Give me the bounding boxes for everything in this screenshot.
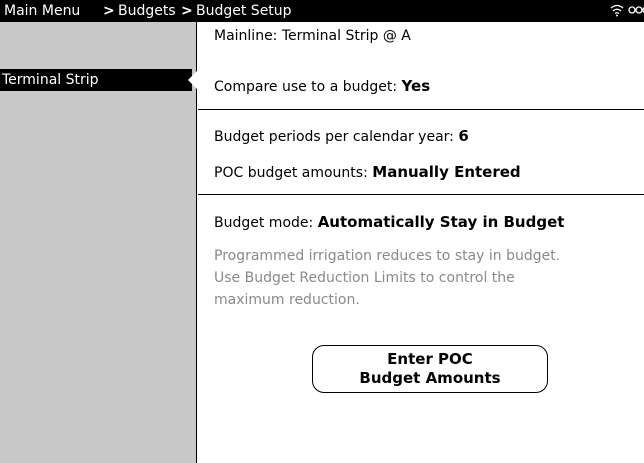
main-panel: Mainline: Terminal Strip @ A Compare use… bbox=[198, 22, 644, 463]
compare-budget-label: Compare use to a budget: bbox=[214, 79, 398, 95]
compare-budget-row[interactable]: Compare use to a budget: Yes bbox=[214, 76, 430, 97]
budget-periods-row[interactable]: Budget periods per calendar year: 6 bbox=[214, 126, 469, 147]
poc-budget-amounts-row[interactable]: POC budget amounts: Manually Entered bbox=[214, 162, 521, 183]
compare-budget-value[interactable]: Yes bbox=[402, 77, 431, 95]
sidebar: Terminal Strip bbox=[0, 22, 197, 463]
description-line: Use Budget Reduction Limits to control t… bbox=[214, 270, 515, 286]
poc-budget-amounts-label: POC budget amounts: bbox=[214, 165, 368, 181]
divider bbox=[198, 109, 644, 110]
header-bar: Main Menu > Budgets > Budget Setup bbox=[0, 0, 644, 22]
enter-poc-budget-amounts-button[interactable]: Enter POC Budget Amounts bbox=[312, 345, 548, 393]
description-line: maximum reduction. bbox=[214, 292, 360, 308]
budget-mode-description: Programmed irrigation reduces to stay in… bbox=[214, 245, 644, 311]
button-label-line: Budget Amounts bbox=[359, 369, 501, 387]
budget-periods-value[interactable]: 6 bbox=[458, 127, 468, 145]
budget-mode-value[interactable]: Automatically Stay in Budget bbox=[318, 213, 565, 231]
breadcrumb-separator: > bbox=[103, 3, 115, 19]
mainline-value: Terminal Strip @ A bbox=[281, 28, 411, 44]
breadcrumb-main-menu[interactable]: Main Menu bbox=[4, 0, 80, 22]
mainline-label: Mainline: bbox=[214, 28, 278, 44]
budget-mode-row[interactable]: Budget mode: Automatically Stay in Budge… bbox=[214, 212, 564, 233]
wifi-icon bbox=[610, 4, 624, 17]
mainline-row: Mainline: Terminal Strip @ A bbox=[214, 26, 411, 46]
sidebar-item-terminal-strip[interactable]: Terminal Strip bbox=[0, 69, 192, 91]
breadcrumb-separator: > bbox=[181, 3, 193, 19]
description-line: Programmed irrigation reduces to stay in… bbox=[214, 248, 561, 264]
battery-icon bbox=[628, 6, 644, 14]
budget-mode-label: Budget mode: bbox=[214, 215, 314, 231]
breadcrumb-budgets[interactable]: Budgets bbox=[118, 0, 176, 22]
status-icons bbox=[610, 0, 644, 22]
divider bbox=[198, 194, 644, 195]
budget-setup-screen: Main Menu > Budgets > Budget Setup Termi… bbox=[0, 0, 644, 463]
poc-budget-amounts-value[interactable]: Manually Entered bbox=[372, 163, 520, 181]
button-label-line: Enter POC bbox=[387, 350, 473, 368]
selection-pointer bbox=[188, 71, 197, 89]
budget-periods-label: Budget periods per calendar year: bbox=[214, 129, 454, 145]
breadcrumb-budget-setup: Budget Setup bbox=[196, 3, 292, 19]
